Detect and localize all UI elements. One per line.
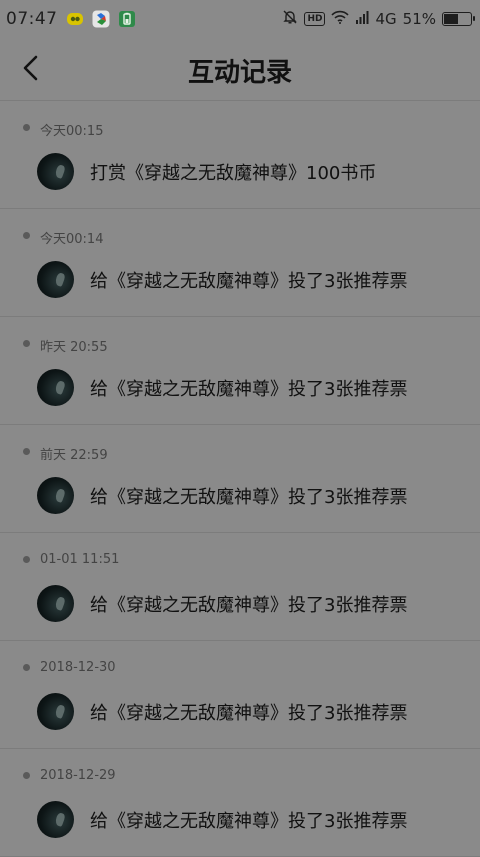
battery-fill <box>444 14 459 24</box>
record-text: 给《穿越之无敌魔神尊》投了3张推荐票 <box>90 811 408 832</box>
status-bar: 07:47 HD 4G 51% <box>0 0 480 38</box>
record-text: 给《穿越之无敌魔神尊》投了3张推荐票 <box>90 487 408 508</box>
list-item[interactable]: 今天00:14 给《穿越之无敌魔神尊》投了3张推荐票 <box>0 209 480 317</box>
timeline-dot <box>23 772 30 779</box>
record-time: 今天00:14 <box>40 232 104 247</box>
avatar[interactable] <box>37 369 74 406</box>
avatar[interactable] <box>37 693 74 730</box>
page-title: 互动记录 <box>187 58 292 88</box>
record-text: 给《穿越之无敌魔神尊》投了3张推荐票 <box>90 595 408 616</box>
record-text: 打赏《穿越之无敌魔神尊》100书币 <box>90 163 377 184</box>
record-time: 2018-12-30 <box>40 660 116 675</box>
record-list[interactable]: 今天00:15 打赏《穿越之无敌魔神尊》100书币 今天00:14 给《穿越之无… <box>0 101 480 857</box>
timeline-dot <box>23 448 30 455</box>
status-bar-left: 07:47 <box>6 9 136 29</box>
list-item[interactable]: 01-01 11:51 给《穿越之无敌魔神尊》投了3张推荐票 <box>0 533 480 641</box>
colorful-app-icon <box>92 10 110 28</box>
list-item[interactable]: 昨天 20:55 给《穿越之无敌魔神尊》投了3张推荐票 <box>0 317 480 425</box>
status-bar-right: HD 4G 51% <box>282 9 475 29</box>
battery-icon <box>442 12 475 26</box>
wifi-icon <box>331 10 350 28</box>
timeline-dot <box>23 232 30 239</box>
record-time: 前天 22:59 <box>40 448 108 463</box>
green-battery-app-icon <box>118 10 136 28</box>
timeline-dot <box>23 340 30 347</box>
yellow-app-icon <box>66 10 84 28</box>
record-text: 给《穿越之无敌魔神尊》投了3张推荐票 <box>90 703 408 724</box>
avatar[interactable] <box>37 801 74 838</box>
signal-icon <box>355 10 369 28</box>
battery-percent: 51% <box>402 10 436 28</box>
list-item[interactable]: 前天 22:59 给《穿越之无敌魔神尊》投了3张推荐票 <box>0 425 480 533</box>
list-item[interactable]: 2018-12-29 给《穿越之无敌魔神尊》投了3张推荐票 <box>0 749 480 857</box>
avatar[interactable] <box>37 477 74 514</box>
timeline-dot <box>23 664 30 671</box>
list-item[interactable]: 2018-12-30 给《穿越之无敌魔神尊》投了3张推荐票 <box>0 641 480 749</box>
record-time: 01-01 11:51 <box>40 552 120 567</box>
record-text: 给《穿越之无敌魔神尊》投了3张推荐票 <box>90 379 408 400</box>
record-text: 给《穿越之无敌魔神尊》投了3张推荐票 <box>90 271 408 292</box>
avatar[interactable] <box>37 153 74 190</box>
hd-icon: HD <box>304 12 326 26</box>
record-time: 今天00:15 <box>40 124 104 139</box>
mute-bell-icon <box>282 9 298 29</box>
status-time: 07:47 <box>6 9 58 29</box>
timeline-dot <box>23 124 30 131</box>
record-time: 昨天 20:55 <box>40 340 108 355</box>
header: 互动记录 <box>0 38 480 101</box>
list-item[interactable]: 今天00:15 打赏《穿越之无敌魔神尊》100书币 <box>0 101 480 209</box>
record-time: 2018-12-29 <box>40 768 116 783</box>
avatar[interactable] <box>37 585 74 622</box>
timeline-dot <box>23 556 30 563</box>
network-type: 4G <box>375 10 397 28</box>
avatar[interactable] <box>37 261 74 298</box>
